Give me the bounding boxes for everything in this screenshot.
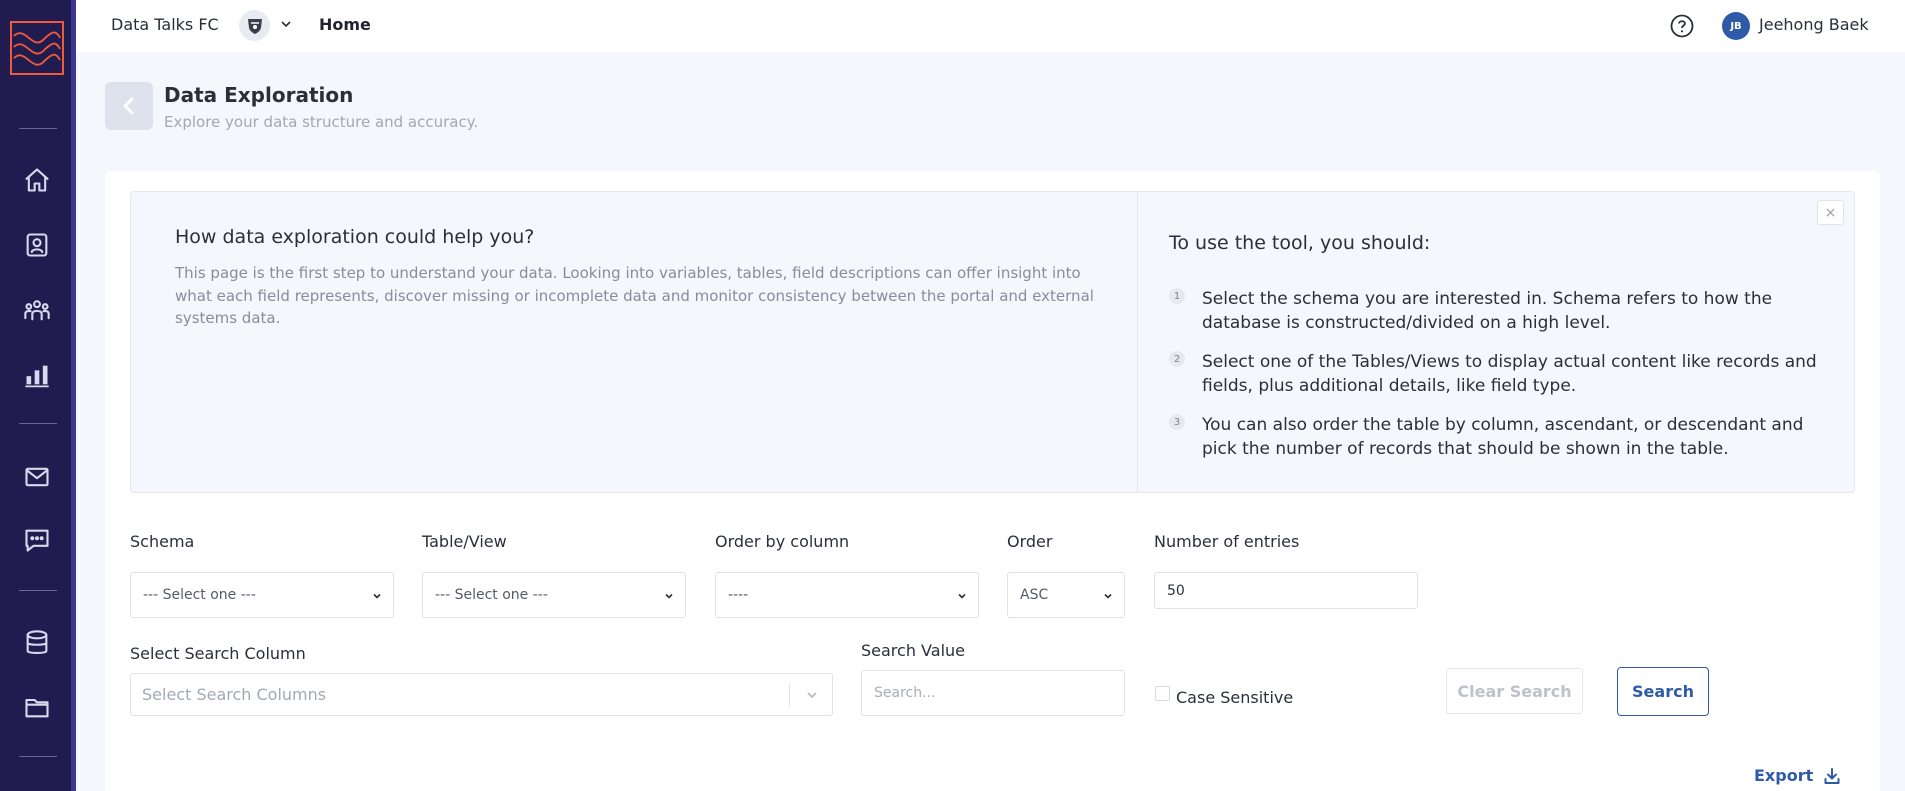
database-icon xyxy=(26,630,48,654)
search-button[interactable]: Search xyxy=(1617,667,1709,716)
export-button[interactable]: Export xyxy=(1754,766,1841,785)
help-icon[interactable] xyxy=(1669,13,1695,39)
sidebar xyxy=(0,0,76,791)
info-right-title: To use the tool, you should: xyxy=(1169,232,1431,254)
sidebar-item-chat[interactable] xyxy=(22,525,52,555)
top-bar: Data Talks FC Home JB Jeehong Baek xyxy=(76,0,1905,52)
org-avatar[interactable] xyxy=(239,10,270,41)
sidebar-item-home[interactable] xyxy=(22,165,52,195)
order-select-value: ASC xyxy=(1020,587,1049,603)
chat-icon xyxy=(25,529,49,552)
select-separator xyxy=(789,683,790,707)
folder-icon xyxy=(25,698,49,718)
step-text: Select the schema you are interested in.… xyxy=(1202,289,1773,333)
profile-icon xyxy=(26,233,48,257)
sidebar-item-profile[interactable] xyxy=(22,230,52,260)
sidebar-divider xyxy=(19,590,57,591)
chevron-down-icon xyxy=(958,593,966,599)
home-icon xyxy=(25,168,49,192)
search-value-label: Search Value xyxy=(861,641,965,660)
table-view-label: Table/View xyxy=(422,532,507,551)
sidebar-item-team[interactable] xyxy=(22,295,52,325)
chevron-down-icon xyxy=(665,593,673,599)
chevron-left-icon xyxy=(123,97,134,115)
table-view-select[interactable]: --- Select one --- xyxy=(422,572,686,618)
logo-wave-icon xyxy=(13,31,61,66)
nav-home-link[interactable]: Home xyxy=(319,15,371,34)
sidebar-divider xyxy=(19,423,57,424)
order-label: Order xyxy=(1007,532,1053,551)
sidebar-divider xyxy=(19,128,57,129)
table-view-select-value: --- Select one --- xyxy=(435,587,548,603)
app-logo[interactable] xyxy=(10,21,64,75)
user-name[interactable]: Jeehong Baek xyxy=(1759,15,1869,34)
sidebar-divider xyxy=(19,756,57,757)
sidebar-item-reports[interactable] xyxy=(22,360,52,390)
step-number: 1 xyxy=(1169,288,1185,304)
search-column-placeholder: Select Search Columns xyxy=(142,685,327,704)
bar-chart-icon xyxy=(25,365,49,388)
order-select[interactable]: ASC xyxy=(1007,572,1125,618)
search-value-input[interactable] xyxy=(861,670,1125,716)
info-left-body: This page is the first step to understan… xyxy=(175,264,1094,327)
back-button[interactable] xyxy=(105,82,153,130)
search-column-select[interactable]: Select Search Columns xyxy=(130,673,833,716)
number-of-entries-label: Number of entries xyxy=(1154,532,1300,551)
sidebar-item-mail[interactable] xyxy=(22,462,52,492)
order-by-column-select[interactable]: ---- xyxy=(715,572,979,618)
close-info-button[interactable]: × xyxy=(1817,200,1844,225)
page-subtitle: Explore your data structure and accuracy… xyxy=(164,113,479,131)
schema-label: Schema xyxy=(130,532,195,551)
step-number: 2 xyxy=(1169,351,1185,367)
case-sensitive-label[interactable]: Case Sensitive xyxy=(1176,688,1293,707)
sidebar-item-database[interactable] xyxy=(22,628,52,658)
chevron-down-icon[interactable] xyxy=(278,16,294,32)
step-number: 3 xyxy=(1169,414,1185,430)
chevron-down-icon xyxy=(807,692,817,699)
export-label: Export xyxy=(1754,766,1814,785)
sidebar-item-files[interactable] xyxy=(22,692,52,722)
search-column-label: Select Search Column xyxy=(130,644,306,663)
step-text: You can also order the table by column, … xyxy=(1202,415,1804,459)
download-icon xyxy=(1824,767,1840,784)
order-by-column-label: Order by column xyxy=(715,532,850,551)
clear-search-button[interactable]: Clear Search xyxy=(1446,668,1583,714)
page-title: Data Exploration xyxy=(164,83,354,107)
chevron-down-icon xyxy=(1104,593,1112,599)
case-sensitive-checkbox[interactable] xyxy=(1155,686,1170,701)
mail-icon xyxy=(25,467,49,487)
schema-select-value: --- Select one --- xyxy=(143,587,256,603)
number-of-entries-input[interactable] xyxy=(1154,572,1418,609)
user-avatar[interactable]: JB xyxy=(1722,12,1750,40)
club-crest-icon xyxy=(247,18,262,34)
team-icon xyxy=(24,300,50,321)
chevron-down-icon xyxy=(373,593,381,599)
info-left-title: How data exploration could help you? xyxy=(175,226,535,248)
step-text: Select one of the Tables/Views to displa… xyxy=(1202,352,1817,396)
org-name[interactable]: Data Talks FC xyxy=(111,15,219,34)
info-divider xyxy=(1137,192,1138,492)
schema-select[interactable]: --- Select one --- xyxy=(130,572,394,618)
close-icon: × xyxy=(1824,204,1837,221)
order-by-column-value: ---- xyxy=(728,587,749,603)
